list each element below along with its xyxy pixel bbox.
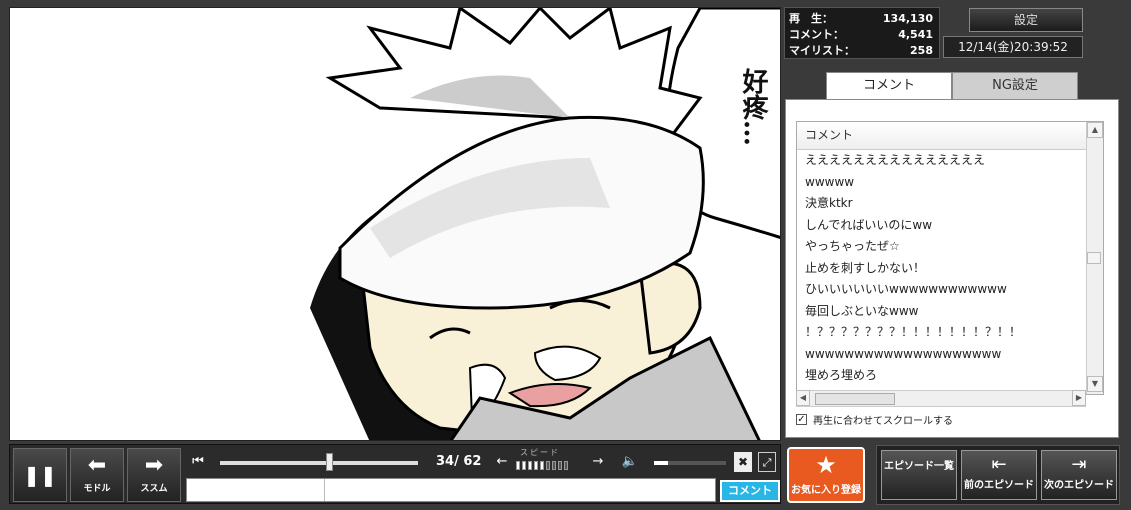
volume-bar[interactable] [654,461,726,465]
comment-input[interactable] [186,478,716,502]
command-field[interactable] [187,479,325,501]
stat-views-value: 134,130 [882,11,933,25]
next-episode-button[interactable]: ⇥ 次のエピソード [1041,450,1117,500]
pause-icon: ❚❚ [23,463,57,487]
comment-list[interactable]: コメント えええええええええええええええ wwwww 決意ktkr しんでればいいのに… [796,121,1104,395]
tab-comments[interactable]: コメント [826,72,952,101]
comment-item[interactable]: ！？？？？？？？！！！！！！！？！！ [805,322,1087,344]
speed-bar-segment [534,461,538,470]
stat-comments-value: 4,541 [898,27,933,41]
arrow-left-icon: ⬅ [87,453,107,478]
speed-bar-segment [552,461,556,470]
back-label: モドル [83,484,111,494]
video-frame[interactable]: 好疼… [9,7,781,441]
arrow-right-icon: ➡ [144,453,164,478]
autoscroll-checkbox[interactable]: ✓ [796,414,807,425]
favorite-button[interactable]: ★ お気に入り登録 [787,447,865,503]
stat-views-label: 再 生： [789,12,833,25]
video-illustration [310,8,780,440]
comment-item[interactable]: 止めを刺すしかない！ [805,258,1087,280]
seek-bar[interactable] [220,461,418,465]
stat-comments: コメント： 4,541 [789,26,933,42]
scroll-left-icon[interactable]: ◀ [796,390,810,406]
comment-item[interactable]: しんでればいいのにww [805,215,1087,237]
volume-fill [654,461,669,465]
scroll-right-icon[interactable]: ▶ [1072,390,1086,406]
speed-bar-segment [564,461,568,470]
stats-panel: 再 生： 134,130 コメント： 4,541 マイリスト： 258 [784,7,940,59]
comment-item[interactable]: 埋めろ埋めろ [805,365,1087,387]
date-display: 12/14(金)20:39:52 [943,36,1083,58]
speaker-icon[interactable]: 🔈 [618,452,642,472]
next-episode-icon: ⇥ [1071,454,1087,475]
speech-bubble-text: 好疼… [738,68,768,146]
speed-bar-segment [558,461,562,470]
comment-item[interactable]: ひいいいいいいwwwwwwwwwwww [805,279,1087,301]
prev-episode-label: 前のエピソード [964,480,1034,491]
time-display: 34/ 62 [436,454,482,469]
comment-item[interactable]: 決意ktkr [805,193,1087,215]
scroll-up-icon[interactable]: ▲ [1087,122,1103,138]
episode-nav: エピソード一覧 ⇤ 前のエピソード ⇥ 次のエピソード [876,445,1120,505]
comment-item[interactable]: wwwwwwwwwwwwwwwwwwww [805,344,1087,366]
back-button[interactable]: ⬅ モドル [70,448,124,502]
speed-bar-segment [516,461,520,470]
vertical-scrollbar[interactable]: ▲ ▼ [1086,122,1103,394]
horizontal-scrollbar[interactable]: ◀ ▶ [796,390,1086,407]
stat-mylist: マイリスト： 258 [789,42,933,58]
comment-list-header[interactable]: コメント [797,122,1089,150]
speed-bar-segment [522,461,526,470]
autoscroll-option[interactable]: ✓ 再生に合わせてスクロールする [796,412,953,427]
forward-button[interactable]: ➡ ススム [127,448,181,502]
comment-item[interactable]: 毎回しぶといなwww [805,301,1087,323]
scroll-down-icon[interactable]: ▼ [1087,376,1103,392]
comment-submit-button[interactable]: コメント [720,480,780,502]
episode-list-button[interactable]: エピソード一覧 [881,450,957,500]
stat-comments-label: コメント： [789,28,844,41]
scroll-thumb[interactable] [1087,252,1101,264]
horizontal-scroll-thumb[interactable] [815,393,895,405]
star-icon: ★ [815,451,837,479]
speed-up-icon[interactable]: → [590,452,606,472]
speed-meter[interactable] [516,461,568,470]
speed-label: スピード [520,448,560,457]
comment-item[interactable]: wwwww [805,172,1087,194]
tab-ng-settings[interactable]: NG設定 [952,72,1078,100]
speed-bar-segment [528,461,532,470]
seek-row: ⏮ 34/ 62 ← スピード → 🔈 ✖ ⤢ [186,448,776,475]
speed-bar-segment [546,461,550,470]
seek-thumb[interactable] [325,453,333,471]
settings-button[interactable]: 設定 [969,8,1083,32]
player-controls: ❚❚ ⬅ モドル ➡ ススム ⏮ 34/ 62 ← スピード → 🔈 ✖ ⤢ コ… [9,444,781,504]
stat-mylist-label: マイリスト： [789,44,855,57]
skip-to-start-icon[interactable]: ⏮ [188,452,208,472]
stat-views: 再 生： 134,130 [789,10,933,26]
pause-button[interactable]: ❚❚ [13,448,67,502]
forward-label: ススム [140,484,168,494]
comment-toggle-icon[interactable]: ✖ [734,452,752,472]
speed-bar-segment [540,461,544,470]
comment-items: えええええええええええええええ wwwww 決意ktkr しんでればいいのにww やっち… [797,150,1103,387]
favorite-label: お気に入り登録 [791,485,861,496]
comment-item[interactable]: えええええええええええええええ [805,150,1087,172]
autoscroll-label: 再生に合わせてスクロールする [813,416,953,427]
prev-episode-button[interactable]: ⇤ 前のエピソード [961,450,1037,500]
comment-panel: コメント えええええええええええええええ wwwww 決意ktkr しんでればいいのに… [785,99,1119,438]
next-episode-label: 次のエピソード [1044,480,1114,491]
fullscreen-icon[interactable]: ⤢ [758,452,776,472]
episode-list-label: エピソード一覧 [884,461,954,472]
speed-down-icon[interactable]: ← [494,452,510,472]
prev-episode-icon: ⇤ [991,454,1007,475]
stat-mylist-value: 258 [910,43,933,57]
comment-item[interactable]: やっちゃったぜ☆ [805,236,1087,258]
